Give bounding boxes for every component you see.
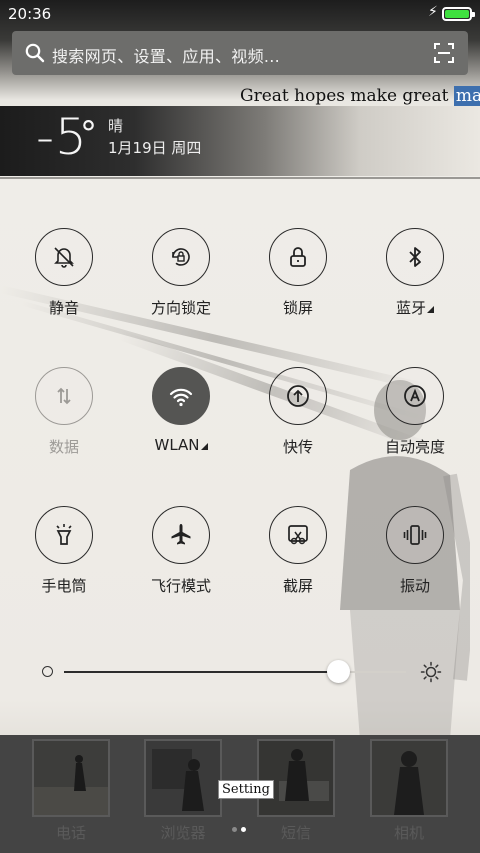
toggle-vibrate[interactable]: 振动 bbox=[375, 506, 455, 596]
brightness-slider[interactable] bbox=[42, 656, 442, 686]
page-dot[interactable] bbox=[232, 827, 237, 832]
tooltip: Setting bbox=[218, 780, 274, 799]
toggle-screenshot[interactable]: 截屏 bbox=[258, 506, 338, 596]
messages-icon bbox=[257, 739, 335, 817]
quick-transfer-icon bbox=[287, 385, 309, 407]
toggle-button[interactable] bbox=[35, 228, 93, 286]
toggle-button[interactable] bbox=[35, 506, 93, 564]
toggle-button[interactable] bbox=[386, 228, 444, 286]
bell-off-icon bbox=[54, 247, 74, 268]
brightness-high-icon bbox=[420, 661, 442, 683]
flashlight-icon bbox=[56, 524, 72, 545]
search-input[interactable]: 搜索网页、设置、应用、视频... bbox=[52, 43, 280, 67]
expand-arrow-icon bbox=[427, 306, 434, 313]
search-bar[interactable]: 搜索网页、设置、应用、视频... bbox=[12, 31, 468, 75]
screenshot-icon bbox=[288, 525, 308, 545]
toggle-label: 数据 bbox=[48, 438, 79, 456]
battery-icon bbox=[442, 7, 475, 21]
airplane-icon bbox=[171, 524, 191, 545]
toggle-button[interactable] bbox=[152, 367, 210, 425]
dock-app-label: 相机 bbox=[393, 824, 424, 842]
toggle-label: 静音 bbox=[48, 299, 79, 317]
browser-icon bbox=[144, 739, 222, 817]
dock-app-browser[interactable]: 浏览器 bbox=[144, 739, 222, 843]
bluetooth-icon bbox=[409, 247, 421, 267]
toggle-button[interactable] bbox=[269, 228, 327, 286]
auto-brightness-icon bbox=[404, 385, 426, 407]
page-dot[interactable] bbox=[241, 827, 246, 832]
dock-app-phone[interactable]: 电话 bbox=[32, 739, 110, 843]
toggle-rotation-lock[interactable]: 方向锁定 bbox=[141, 228, 221, 318]
toggle-button[interactable] bbox=[269, 506, 327, 564]
toggle-button[interactable] bbox=[386, 506, 444, 564]
toggle-button[interactable] bbox=[269, 367, 327, 425]
toggle-lock-screen[interactable]: 锁屏 bbox=[258, 228, 338, 318]
toggle-flashlight[interactable]: 手电筒 bbox=[24, 506, 104, 596]
camera-icon bbox=[370, 739, 448, 817]
slider-thumb[interactable] bbox=[326, 660, 350, 683]
toggle-button[interactable] bbox=[152, 506, 210, 564]
dock-app-label: 电话 bbox=[55, 824, 86, 842]
toggle-button[interactable] bbox=[386, 367, 444, 425]
toggle-label: 蓝牙 bbox=[375, 297, 455, 318]
weather-condition: 晴 bbox=[108, 117, 124, 135]
toggle-label: 快传 bbox=[282, 438, 313, 456]
expand-arrow-icon bbox=[200, 443, 208, 450]
toggle-label: 截屏 bbox=[282, 577, 313, 595]
lock-icon bbox=[290, 247, 306, 267]
toggle-wlan[interactable]: WLAN bbox=[141, 367, 221, 454]
toggle-label: 方向锁定 bbox=[150, 299, 211, 317]
toggle-quick-transfer[interactable]: 快传 bbox=[258, 367, 338, 457]
scan-icon[interactable] bbox=[434, 43, 454, 63]
toggle-label: WLAN bbox=[141, 436, 221, 454]
divider bbox=[0, 177, 480, 179]
charging-icon: ⚡ bbox=[428, 4, 438, 20]
dock-app-camera[interactable]: 相机 bbox=[370, 739, 448, 843]
wifi-icon bbox=[169, 388, 193, 407]
quote-text: Great hopes make great bbox=[240, 86, 454, 106]
mobile-data-icon bbox=[57, 387, 71, 405]
phone-icon bbox=[32, 739, 110, 817]
rotation-lock-icon bbox=[172, 248, 190, 266]
slider-filled bbox=[64, 671, 338, 673]
toggle-auto-brightness[interactable]: 自动亮度 bbox=[375, 367, 455, 457]
status-bar: 20:36 ⚡ bbox=[0, 0, 480, 28]
toggle-label: 飞行模式 bbox=[150, 577, 211, 595]
toggle-label: 手电筒 bbox=[41, 577, 87, 595]
dock-app-label: 浏览器 bbox=[160, 824, 206, 842]
toggle-airplane-mode[interactable]: 飞行模式 bbox=[141, 506, 221, 596]
battery-level bbox=[445, 10, 469, 18]
vibrate-icon bbox=[403, 525, 427, 545]
weather-degree: ° bbox=[80, 114, 97, 154]
toggle-label: 振动 bbox=[399, 577, 430, 595]
toggle-label: 锁屏 bbox=[282, 299, 313, 317]
quote-highlight: man bbox=[453, 86, 480, 106]
toggle-label: 自动亮度 bbox=[384, 438, 445, 456]
toggle-bluetooth[interactable]: 蓝牙 bbox=[375, 228, 455, 318]
wallpaper-quote: Great hopes make great man. bbox=[240, 86, 480, 106]
toggle-mute[interactable]: 静音 bbox=[24, 228, 104, 318]
toggle-button[interactable] bbox=[35, 367, 93, 425]
weather-date: 1月19日 周四 bbox=[108, 139, 202, 157]
status-time: 20:36 bbox=[8, 5, 52, 23]
search-icon bbox=[25, 43, 45, 63]
toggle-button[interactable] bbox=[152, 228, 210, 286]
page-indicator bbox=[232, 827, 252, 833]
brightness-low-icon bbox=[42, 666, 53, 677]
toggle-mobile-data[interactable]: 数据 bbox=[24, 367, 104, 457]
dock-app-label: 短信 bbox=[280, 824, 311, 842]
